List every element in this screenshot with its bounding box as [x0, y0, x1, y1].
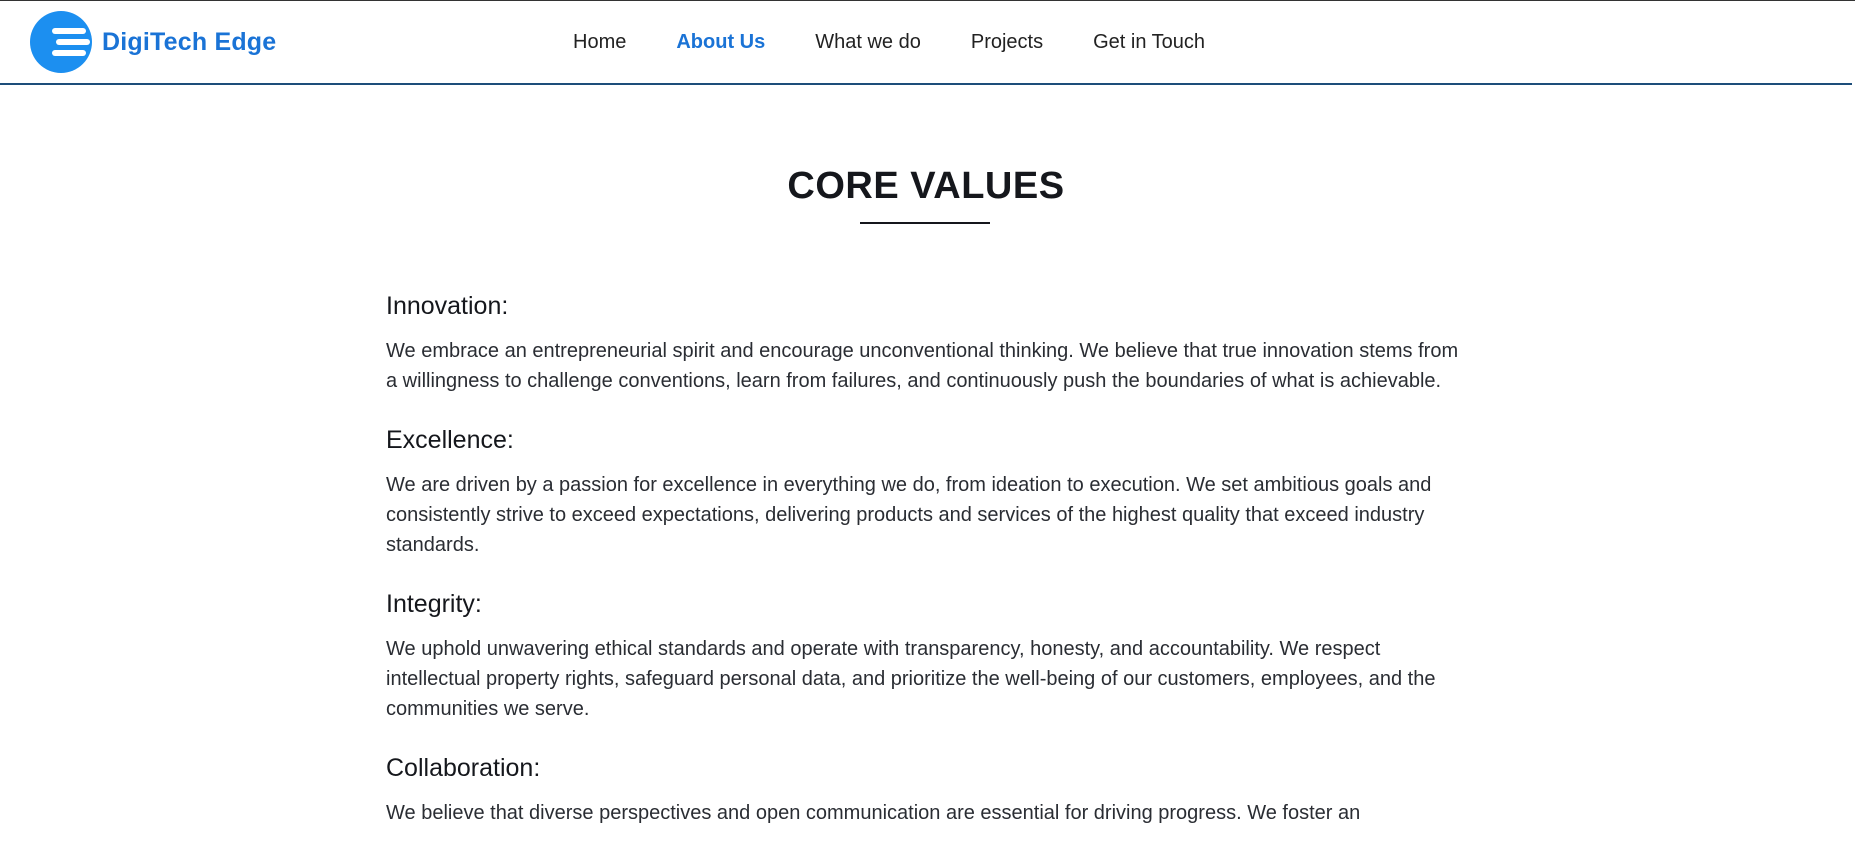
- page-title: CORE VALUES: [787, 165, 1065, 207]
- value-heading: Innovation:: [386, 292, 509, 320]
- value-description: We embrace an entrepreneurial spirit and…: [386, 340, 1459, 392]
- nav-about-us[interactable]: About Us: [676, 31, 765, 54]
- value-heading: Integrity:: [386, 590, 482, 618]
- value-description: We are driven by a passion for excellenc…: [386, 474, 1432, 556]
- digitech-edge-logo-icon: [30, 11, 92, 73]
- nav-projects[interactable]: Projects: [971, 31, 1043, 54]
- nav-what-we-do[interactable]: What we do: [815, 31, 921, 54]
- value-description: We believe that diverse perspectives and…: [386, 802, 1361, 824]
- brand-logo-link[interactable]: DigiTech Edge: [30, 10, 276, 74]
- page: DigiTech Edge Home About Us What we do P…: [0, 0, 1855, 851]
- main-nav: Home About Us What we do Projects Get in…: [573, 1, 1255, 83]
- title-underline: [860, 222, 990, 224]
- value-collaboration: Collaboration: We believe that diverse p…: [386, 750, 1471, 828]
- value-integrity: Integrity: We uphold unwavering ethical …: [386, 586, 1471, 724]
- value-innovation: Innovation: We embrace an entrepreneuria…: [386, 288, 1471, 396]
- site-header: DigiTech Edge Home About Us What we do P…: [0, 1, 1852, 85]
- value-description: We uphold unwavering ethical standards a…: [386, 638, 1436, 720]
- value-heading: Excellence:: [386, 426, 514, 454]
- nav-get-in-touch[interactable]: Get in Touch: [1093, 31, 1205, 54]
- value-heading: Collaboration:: [386, 754, 541, 782]
- core-values-list: Innovation: We embrace an entrepreneuria…: [386, 288, 1471, 851]
- value-excellence: Excellence: We are driven by a passion f…: [386, 422, 1471, 560]
- brand-name: DigiTech Edge: [102, 27, 277, 56]
- nav-home[interactable]: Home: [573, 31, 626, 54]
